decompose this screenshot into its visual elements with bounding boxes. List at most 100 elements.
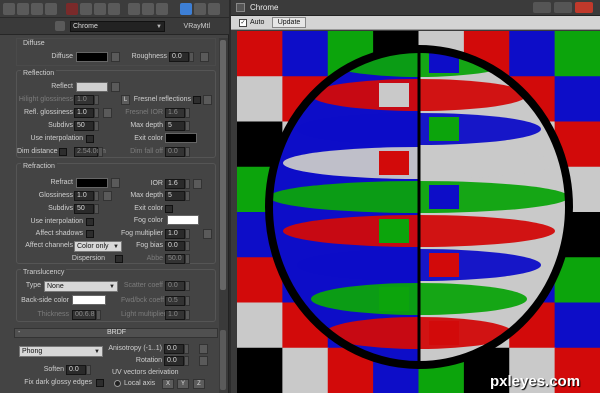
dim-distance-spinner[interactable] <box>98 147 103 157</box>
fog-multiplier-map-button[interactable] <box>203 229 212 239</box>
hilight-glossiness-spinner[interactable] <box>94 95 99 105</box>
brdf-rollout-header[interactable]: - BRDF <box>14 328 218 338</box>
map-icon[interactable] <box>142 3 154 15</box>
hilight-glossiness-input[interactable]: 1.0 <box>74 95 94 105</box>
teapot-icon[interactable] <box>45 3 57 15</box>
dim-distance-input[interactable]: 2.54.0cm <box>74 147 106 157</box>
thickness-spinner[interactable] <box>96 310 101 320</box>
fog-multiplier-input[interactable]: 1.0 <box>165 229 185 239</box>
close-icon[interactable] <box>575 2 593 13</box>
anisotropy-map-button[interactable] <box>199 344 208 354</box>
axis-z-button[interactable]: Z <box>193 379 205 389</box>
teapot-icon[interactable] <box>17 3 29 15</box>
reflection-use-interpolation-checkbox[interactable] <box>86 135 94 143</box>
reflection-subdivs-spinner[interactable] <box>94 121 99 131</box>
auto-checkbox[interactable]: ✓ <box>239 19 247 27</box>
refraction-subdivs-spinner[interactable] <box>94 204 99 214</box>
fog-bias-input[interactable]: 0.0 <box>165 241 185 251</box>
show-map-icon[interactable] <box>180 3 192 15</box>
reflect-color-swatch[interactable] <box>76 82 108 92</box>
fresnel-ior-spinner[interactable] <box>185 108 190 118</box>
anisotropy-input[interactable]: 0.0 <box>164 344 184 354</box>
dim-falloff-spinner[interactable] <box>185 147 190 157</box>
maximize-icon[interactable] <box>554 2 572 13</box>
refract-color-swatch[interactable] <box>76 178 108 188</box>
local-axis-radio[interactable] <box>114 380 121 387</box>
material-type-button[interactable]: VRayMtl <box>170 23 210 30</box>
dim-distance-checkbox[interactable] <box>59 148 67 156</box>
axis-y-button[interactable]: Y <box>177 379 189 389</box>
refraction-max-depth-input[interactable]: 5 <box>165 191 185 201</box>
thickness-input[interactable]: 00.6.8 <box>72 310 96 320</box>
fog-multiplier-spinner[interactable] <box>185 229 190 239</box>
reflect-map-button[interactable] <box>111 82 120 92</box>
fog-bias-spinner[interactable] <box>185 241 190 251</box>
refract-map-button[interactable] <box>111 178 120 188</box>
refl-glossiness-input[interactable]: 1.0 <box>74 108 94 118</box>
sample-icon[interactable] <box>208 3 220 15</box>
reflection-exit-color-swatch[interactable] <box>165 133 197 143</box>
ior-input[interactable]: 1.6 <box>165 179 185 189</box>
dim-falloff-input[interactable]: 0.0 <box>165 147 185 157</box>
material-icon[interactable] <box>108 3 120 15</box>
fresnel-reflections-checkbox[interactable] <box>193 96 201 104</box>
scatter-coeff-input[interactable]: 0.0 <box>165 281 185 291</box>
diffuse-color-swatch[interactable] <box>76 52 108 62</box>
refraction-subdivs-input[interactable]: 50 <box>74 204 94 214</box>
refraction-use-interpolation-checkbox[interactable] <box>86 218 94 226</box>
panel-scrollbar[interactable] <box>219 38 228 393</box>
roughness-map-button[interactable] <box>200 52 209 62</box>
affect-shadows-checkbox[interactable] <box>86 230 94 238</box>
reflection-subdivs-input[interactable]: 50 <box>74 121 94 131</box>
abbe-input[interactable]: 50.0 <box>165 254 185 264</box>
back-side-color-swatch[interactable] <box>72 295 106 305</box>
axis-x-button[interactable]: X <box>162 379 174 389</box>
material-name-dropdown[interactable]: Chrome ▼ <box>70 21 165 32</box>
soften-input[interactable]: 0.0 <box>66 365 86 375</box>
roughness-input[interactable]: 0.0 <box>169 52 189 62</box>
minimize-icon[interactable] <box>533 2 551 13</box>
assign-icon[interactable] <box>128 3 140 15</box>
eyedropper-icon[interactable] <box>55 21 65 31</box>
texture-icon[interactable] <box>156 3 168 15</box>
scrollbar-thumb[interactable] <box>220 40 226 290</box>
refl-glossiness-spinner[interactable] <box>94 108 99 118</box>
refraction-exit-color-checkbox[interactable] <box>165 205 173 213</box>
reflection-max-depth-spinner[interactable] <box>185 121 190 131</box>
reflection-max-depth-input[interactable]: 5 <box>165 121 185 131</box>
fresnel-ior-input[interactable]: 1.6 <box>165 108 185 118</box>
fwd-bck-coeff-input[interactable]: 0.5 <box>165 296 185 306</box>
refraction-glossiness-input[interactable]: 1.0 <box>74 191 94 201</box>
rotation-map-button[interactable] <box>199 356 208 366</box>
light-multiplier-input[interactable]: 1.0 <box>165 310 185 320</box>
eyedropper-icon[interactable] <box>3 3 15 15</box>
fwd-bck-coeff-spinner[interactable] <box>185 296 190 306</box>
anisotropy-spinner[interactable] <box>184 344 189 354</box>
background-icon[interactable] <box>194 3 206 15</box>
brdf-type-dropdown[interactable]: Phong ▼ <box>19 346 103 357</box>
scatter-coeff-spinner[interactable] <box>185 281 190 291</box>
ior-map-button[interactable] <box>193 179 202 189</box>
affect-channels-dropdown[interactable]: Color only ▼ <box>74 241 122 252</box>
update-button[interactable]: Update <box>272 17 306 28</box>
abbe-spinner[interactable] <box>185 254 190 264</box>
fog-color-swatch[interactable] <box>167 215 199 225</box>
teapot-icon[interactable] <box>31 3 43 15</box>
refraction-glossiness-map-button[interactable] <box>103 191 112 201</box>
ior-spinner[interactable] <box>185 179 190 189</box>
refl-glossiness-map-button[interactable] <box>103 108 112 118</box>
translucency-type-dropdown[interactable]: None ▼ <box>44 281 118 292</box>
light-multiplier-spinner[interactable] <box>185 310 190 320</box>
refraction-glossiness-spinner[interactable] <box>94 191 99 201</box>
refraction-max-depth-spinner[interactable] <box>185 191 190 201</box>
duplicate-icon[interactable] <box>94 3 106 15</box>
hilight-lock-button[interactable]: L <box>121 95 130 105</box>
delete-icon[interactable] <box>66 3 78 15</box>
roughness-spinner[interactable] <box>189 52 194 62</box>
rotation-spinner[interactable] <box>184 356 189 366</box>
rotation-input[interactable]: 0.0 <box>164 356 184 366</box>
soften-spinner[interactable] <box>86 365 91 375</box>
fresnel-map-button[interactable] <box>203 95 212 105</box>
copy-icon[interactable] <box>80 3 92 15</box>
scrollbar-thumb[interactable] <box>220 330 226 390</box>
